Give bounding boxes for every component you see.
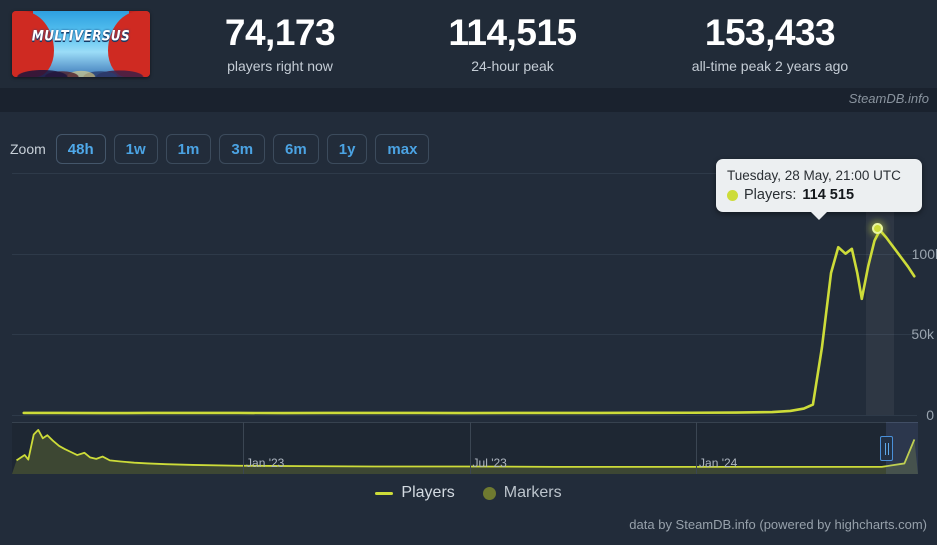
legend-label: Markers [503,484,562,501]
y-axis-label-clip: 100k [903,244,937,264]
stat-value: 114,515 [448,12,577,53]
zoom-range-selector: Zoom 48h 1w 1m 3m 6m 1y max [10,134,430,164]
zoom-button-6m[interactable]: 6m [273,134,319,164]
navigator-line [16,429,916,468]
navigator-tick-label: Jan '23 [246,456,285,470]
game-capsule-image[interactable]: MULTIVERSUS [12,11,150,77]
stat-label: 24-hour peak [471,58,554,74]
steamdb-watermark: SteamDB.info [848,91,929,106]
players-line [22,228,916,415]
zoom-label: Zoom [10,141,46,157]
tooltip-arrow [810,211,828,220]
chart-credit[interactable]: data by SteamDB.info (powered by highcha… [629,517,927,532]
legend-label: Players [401,484,455,501]
stats-header: MULTIVERSUS 74,173 players right now 114… [0,0,937,88]
navigator-handle-left[interactable] [880,436,894,461]
zoom-button-3m[interactable]: 3m [219,134,266,164]
watermark-bar [0,88,937,112]
y-axis-label-clip: 50k [903,324,937,344]
legend-item-players[interactable]: Players [375,484,455,502]
game-title-logo: MULTIVERSUS [31,27,131,45]
chart-tooltip: Tuesday, 28 May, 21:00 UTC Players: 114 … [716,159,922,220]
legend-item-markers[interactable]: Markers [482,484,562,502]
capsule-characters [12,47,150,77]
zoom-button-1m[interactable]: 1m [165,134,212,164]
stat-label: players right now [227,58,333,74]
tooltip-date: Tuesday, 28 May, 21:00 UTC [727,168,901,183]
zoom-button-1w[interactable]: 1w [113,134,158,164]
stat-value: 153,433 [704,12,836,53]
zoom-button-group: 48h 1w 1m 3m 6m 1y max [55,134,430,164]
y-axis-label: 0 [926,407,934,423]
zoom-button-1y[interactable]: 1y [326,134,368,164]
navigator-tick-label: Jul '23 [472,456,507,470]
stat-label: all-time peak 2 years ago [691,58,849,74]
stat-value: 74,173 [224,12,336,53]
navigator-series-svg [12,429,918,474]
handle-grip-line [887,442,889,455]
stat-24-hour-peak: 114,515 24-hour peak [395,0,630,88]
navigator-tick-label: Jan '24 [699,456,738,470]
range-navigator[interactable]: Jan '23 Jul '23 Jan '24 [12,422,918,474]
stat-all-time-peak: 153,433 all-time peak 2 years ago [630,0,910,88]
tooltip-series-row: Players: 114 515 [727,187,911,203]
chart-legend: Players Markers [0,484,937,502]
tooltip-series-label: Players: [744,187,797,203]
tooltip-series-value: 114 515 [802,187,855,203]
zoom-button-48h[interactable]: 48h [55,134,106,164]
stat-group: 74,173 players right now 114,515 24-hour… [165,0,937,88]
tooltip-series-dot-icon [727,189,738,201]
y-axis-label: 50k [911,326,934,343]
handle-grip-line [884,442,886,455]
legend-line-icon [375,491,394,495]
steamdb-chart-page: MULTIVERSUS 74,173 players right now 114… [0,0,937,545]
stat-players-right-now: 74,173 players right now [165,0,395,88]
y-axis-label: 100k [911,245,937,262]
zoom-button-max[interactable]: max [375,134,430,164]
legend-dot-icon [482,486,496,500]
